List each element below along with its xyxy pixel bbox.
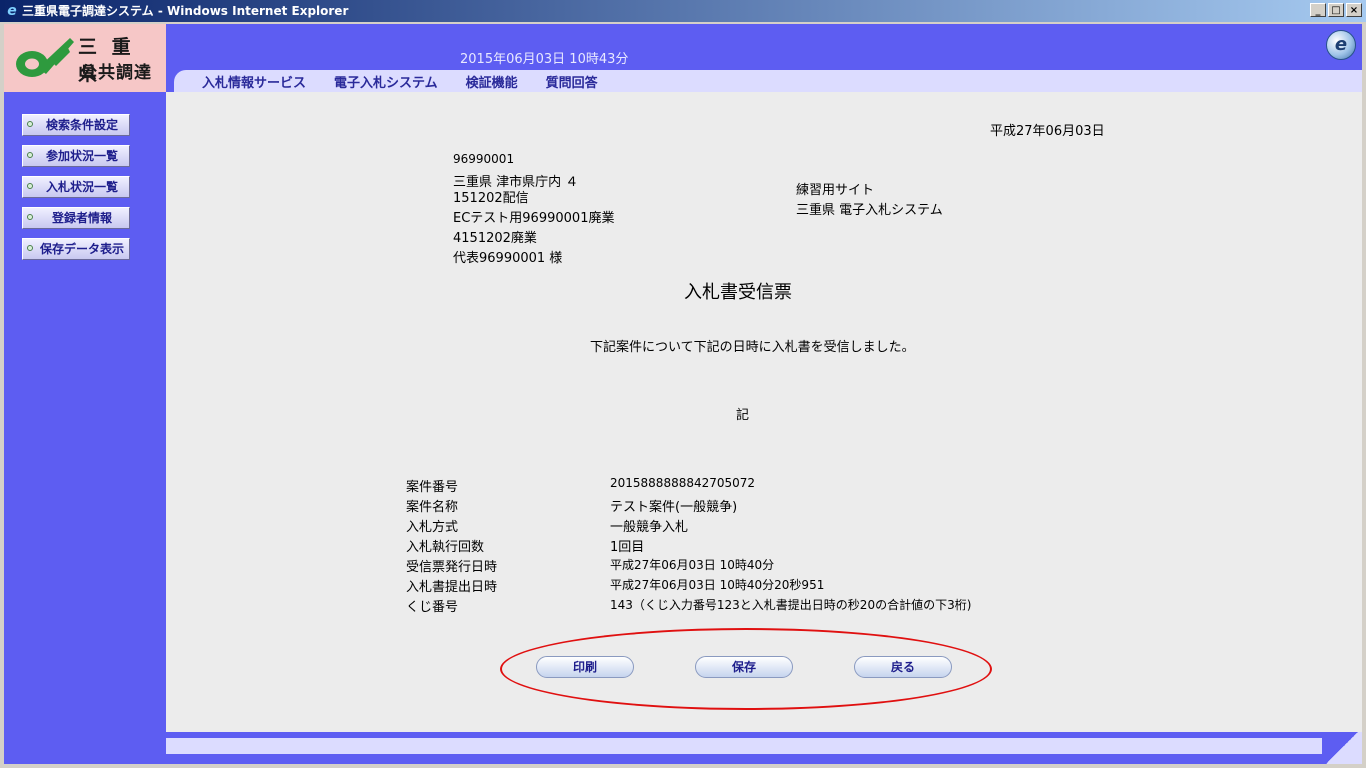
field-label-case-number: 案件番号 (406, 480, 459, 495)
browser-content: 三 重 県 公共調達 2015年06月03日 10時43分 e 入札情報サービス… (4, 24, 1362, 764)
bullet-icon (27, 245, 33, 251)
bullet-icon (27, 214, 33, 220)
print-button[interactable]: 印刷 (536, 656, 634, 678)
field-value-execution-count: 1回目 (610, 540, 645, 555)
logo-system-name: 公共調達 (80, 63, 152, 83)
field-value-bid-method: 一般競争入札 (610, 520, 689, 535)
sidebar-item-registrant-info[interactable]: 登録者情報 (22, 207, 130, 229)
field-value-lottery-number: 143（くじ入力番号123と入札書提出日時の秒20の合計値の下3桁) (610, 598, 972, 612)
nav-verification[interactable]: 検証機能 (466, 72, 518, 91)
field-value-bid-submitted: 平成27年06月03日 10時40分20秒951 (610, 578, 825, 592)
help-orb-icon[interactable]: e (1326, 30, 1356, 60)
bullet-icon (27, 152, 33, 158)
maximize-button[interactable]: □ (1328, 3, 1344, 17)
field-label-execution-count: 入札執行回数 (406, 540, 485, 555)
window-controls: _ □ × (1310, 3, 1362, 17)
recipient-representative: 代表96990001 様 (453, 251, 563, 266)
header-datetime: 2015年06月03日 10時43分 (460, 52, 629, 67)
bullet-icon (27, 121, 33, 127)
bullet-icon (27, 183, 33, 189)
document-title: 入札書受信票 (684, 282, 792, 303)
sidebar-item-saved-data[interactable]: 保存データ表示 (22, 238, 130, 260)
ki-heading: 記 (736, 408, 750, 423)
internet-explorer-icon: e (7, 3, 17, 19)
field-label-bid-submitted: 入札書提出日時 (406, 580, 498, 595)
recipient-code: 96990001 (453, 152, 515, 166)
header: 2015年06月03日 10時43分 e (166, 24, 1362, 70)
receipt-message: 下記案件について下記の日時に入札書を受信しました。 (590, 340, 915, 355)
recipient-address2: 151202配信 (453, 191, 529, 206)
site-logo: 三 重 県 公共調達 (4, 24, 166, 92)
top-navigation: 入札情報サービス 電子入札システム 検証機能 質問回答 (166, 70, 1362, 92)
sidebar: 検索条件設定 参加状況一覧 入札状況一覧 登録者情報 保存データ表示 (4, 92, 166, 764)
recipient-company1: ECテスト用96990001廃業 (453, 211, 615, 226)
nav-qa[interactable]: 質問回答 (546, 72, 598, 91)
sender-line2: 三重県 電子入札システム (796, 203, 943, 218)
sidebar-item-bid-status-list[interactable]: 入札状況一覧 (22, 176, 130, 198)
issue-date: 平成27年06月03日 (990, 124, 1105, 139)
save-button[interactable]: 保存 (695, 656, 793, 678)
field-label-case-name: 案件名称 (406, 500, 459, 515)
field-value-case-name: テスト案件(一般競争) (610, 500, 738, 515)
close-button[interactable]: × (1346, 3, 1362, 17)
bid-receipt-document: 平成27年06月03日 96990001 三重県 津市県庁内 ４ 151202配… (166, 92, 1362, 732)
window-titlebar: e 三重県電子調達システム - Windows Internet Explore… (0, 0, 1366, 22)
sidebar-item-search-settings[interactable]: 検索条件設定 (22, 114, 130, 136)
field-value-receipt-issued: 平成27年06月03日 10時40分 (610, 558, 775, 572)
back-button[interactable]: 戻る (854, 656, 952, 678)
footer (166, 732, 1362, 764)
field-label-receipt-issued: 受信票発行日時 (406, 560, 498, 575)
nav-bid-info-service[interactable]: 入札情報サービス (202, 72, 306, 91)
minimize-button[interactable]: _ (1310, 3, 1326, 17)
window-title: 三重県電子調達システム - Windows Internet Explorer (22, 4, 349, 18)
field-label-bid-method: 入札方式 (406, 520, 459, 535)
nav-e-bidding-system[interactable]: 電子入札システム (334, 72, 438, 91)
sidebar-item-participation-list[interactable]: 参加状況一覧 (22, 145, 130, 167)
recipient-company2: 4151202廃業 (453, 231, 537, 246)
field-label-lottery-number: くじ番号 (406, 600, 459, 615)
sender-line1: 練習用サイト (796, 183, 875, 198)
mie-prefecture-logo-icon (16, 38, 74, 77)
field-value-case-number: 2015888888842705072 (610, 476, 756, 490)
